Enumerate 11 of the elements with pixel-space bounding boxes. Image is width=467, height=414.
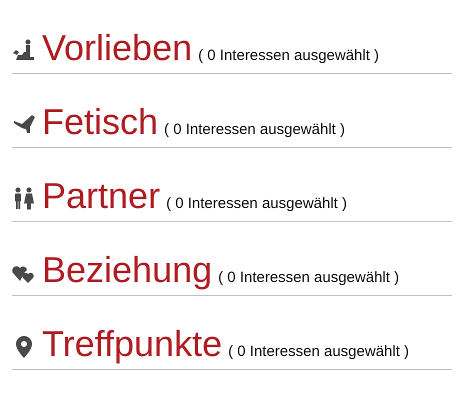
selection-count: ( 0 Interessen ausgewählt ) — [198, 47, 380, 64]
category-title[interactable]: Treffpunkte — [42, 324, 222, 364]
category-title[interactable]: Fetisch — [42, 102, 158, 142]
category-title[interactable]: Vorlieben — [42, 28, 192, 68]
couple-icon — [12, 187, 36, 211]
selection-count: ( 0 Interessen ausgewählt ) — [218, 269, 400, 286]
selection-count: ( 0 Interessen ausgewählt ) — [164, 121, 345, 138]
category-title[interactable]: Beziehung — [42, 250, 212, 290]
selection-count: ( 0 Interessen ausgewählt ) — [228, 343, 410, 360]
category-title[interactable]: Partner — [42, 176, 160, 216]
selection-count: ( 0 Interessen ausgewählt ) — [166, 195, 347, 212]
